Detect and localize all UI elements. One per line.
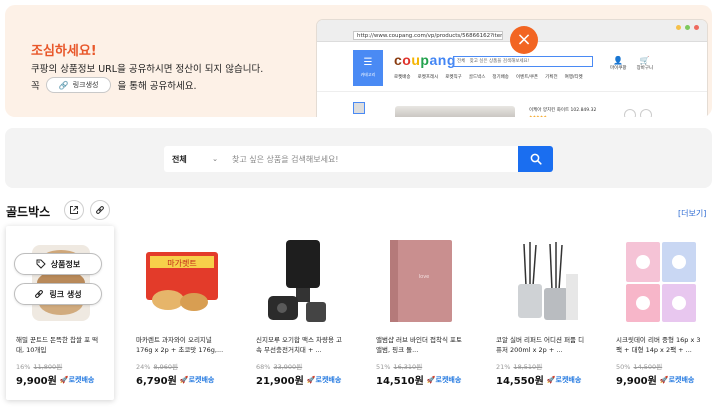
product-image [20,232,102,332]
svg-text:마가렛트: 마가렛트 [167,258,196,268]
product-image [260,232,342,332]
rocket-delivery-badge: 🚀로켓배송 [306,375,342,384]
product-price: 6,790원 🚀로켓배송 [136,375,215,388]
chevron-down-icon: ⌄ [212,155,218,163]
mock-like-icon [640,109,652,117]
mock-product-image [395,106,515,117]
product-info-label: 상품정보 [50,259,81,269]
banner-message: 쿠팡의 상품정보 URL을 공유하시면 정산이 되지 않습니다. [31,64,264,75]
product-card[interactable]: 마가렛트 마카렌트 과자와이 오리지널 176g x 2p + 초코맛 176g… [126,226,234,400]
svg-text:love: love [419,274,429,280]
external-link-icon [70,206,78,214]
product-original-price: 51% 16,310원 [376,363,423,371]
product-card[interactable]: love 앨범샵 러브 바인더 접착식 포토앨범, 핑크 돌... 51% 16,… [366,226,474,400]
banner-prefix: 꼭 [31,81,40,92]
search-button[interactable] [518,146,553,172]
warning-banner: 조심하세요! 쿠팡의 상품정보 URL을 공유하시면 정산이 되지 않습니다. … [5,5,712,117]
search-icon [530,153,542,165]
product-original-price: 50% 14,500원 [616,363,663,371]
product-image: love [380,232,462,332]
product-name: 마카렌트 과자와이 오리지널 176g x 2p + 초코맛 176g,... [136,336,224,354]
browser-url: http://www.coupang.com/vp/products/56866… [353,31,503,40]
product-original-price: 21% 18,510원 [496,363,543,371]
cart-icon: 🛒 장바구니 [636,56,654,71]
mock-product-title: 이케아 양치킨 화이트 102.849.32 [529,108,597,113]
product-name: 해밀 꾼트드 돈뜩한 찹쌀 포 떡대, 10개입 [16,336,99,354]
product-price: 21,900원 🚀로켓배송 [256,375,342,388]
goldbox-title: 골드박스 [6,205,51,219]
product-card[interactable]: 상품정보 링크 생성 해밀 꾼트드 돈뜩한 찹쌀 포 떡대, 10개입 16% 1… [6,226,114,400]
product-price: 9,900원 🚀로켓배송 [616,375,695,388]
banner-link-label: 링크생성 [72,81,99,89]
mock-thumbnail [353,102,365,114]
tag-icon [36,259,46,269]
rocket-delivery-badge: 🚀로켓배송 [59,375,95,384]
product-name: 시크릿데이 리버 중형 16p x 3팩 + 대형 14p x 2팩 + ... [616,336,701,354]
product-card[interactable]: 시크릿데이 리버 중형 16p x 3팩 + 대형 14p x 2팩 + ...… [606,226,714,400]
product-info-button[interactable]: 상품정보 [14,253,102,275]
window-dots [676,25,699,30]
search-bar: 전체 ⌄ 찾고 싶은 상품을 검색해보세요! [164,146,553,172]
coupang-header: ☰ 카테고리 coupang 전체 찾고 싶은 상품을 검색해보세요! 로켓배송 … [317,46,707,92]
search-input[interactable]: 찾고 싶은 상품을 검색해보세요! [222,154,518,165]
close-icon[interactable]: × [510,26,538,54]
mock-nav: 로켓배송 로켓프레시 로켓직구 골드박스 정기배송 이벤트/쿠폰 기획전 여행/… [394,75,583,80]
link-button[interactable] [90,200,110,220]
product-price: 9,900원 🚀로켓배송 [16,375,95,388]
product-card[interactable]: 신지모루 오기합 맥스 차량용 고속 무선충전거치대 + ... 68% 33,9… [246,226,354,400]
banner-suffix: 을 통해 공유하세요. [117,81,197,92]
create-link-button[interactable]: 링크 생성 [14,283,102,305]
product-price: 14,510원 🚀로켓배송 [376,375,462,388]
mock-rating: ★★★★★ [529,114,547,117]
rocket-delivery-badge: 🚀로켓배송 [179,375,215,384]
category-menu-icon: ☰ 카테고리 [353,50,383,86]
share-button[interactable] [64,200,84,220]
product-original-price: 24% 8,960원 [136,363,179,371]
rocket-delivery-badge: 🚀로켓배송 [546,375,582,384]
create-link-label: 링크 생성 [49,289,82,299]
category-menu-label: 카테고리 [360,72,376,77]
category-select[interactable]: 전체 ⌄ [164,154,222,165]
link-icon [96,206,104,214]
product-name: 신지모루 오기합 맥스 차량용 고속 무선충전거치대 + ... [256,336,343,354]
rocket-delivery-badge: 🚀로켓배송 [659,375,695,384]
link-icon: 🔗 [58,80,69,90]
product-image [500,232,582,332]
product-original-price: 68% 33,900원 [256,363,303,371]
category-select-value: 전체 [172,154,187,164]
product-image [620,232,702,332]
more-link[interactable]: [더보기] [678,208,706,219]
product-price: 14,550원 🚀로켓배송 [496,375,582,388]
product-image: 마가렛트 [140,232,222,332]
product-name: 코알 실버 리퍼드 어디션 퍼퓸 디퓨저 200ml x 2p + ... [496,336,585,354]
mock-header-icons: 👤 마이쿠팡 🛒 장바구니 [610,56,653,71]
product-card[interactable]: 코알 실버 리퍼드 어디션 퍼퓸 디퓨저 200ml x 2p + ... 21… [486,226,594,400]
link-icon [35,290,44,298]
banner-title: 조심하세요! [31,44,97,59]
mock-search: 전체 찾고 싶은 상품을 검색해보세요! [453,56,593,67]
banner-link-pill: 🔗 링크생성 [45,77,112,93]
user-icon: 👤 마이쿠팡 [610,56,627,71]
mock-share-icon [624,109,636,117]
banner-instruction: 꼭 🔗 링크생성 을 통해 공유하세요. [31,77,196,93]
product-name: 앨범샵 러브 바인더 접착식 포토앨범, 핑크 돌... [376,336,463,354]
coupang-logo: coupang [394,52,456,68]
rocket-delivery-badge: 🚀로켓배송 [426,375,462,384]
product-original-price: 16% 11,800원 [16,363,63,371]
